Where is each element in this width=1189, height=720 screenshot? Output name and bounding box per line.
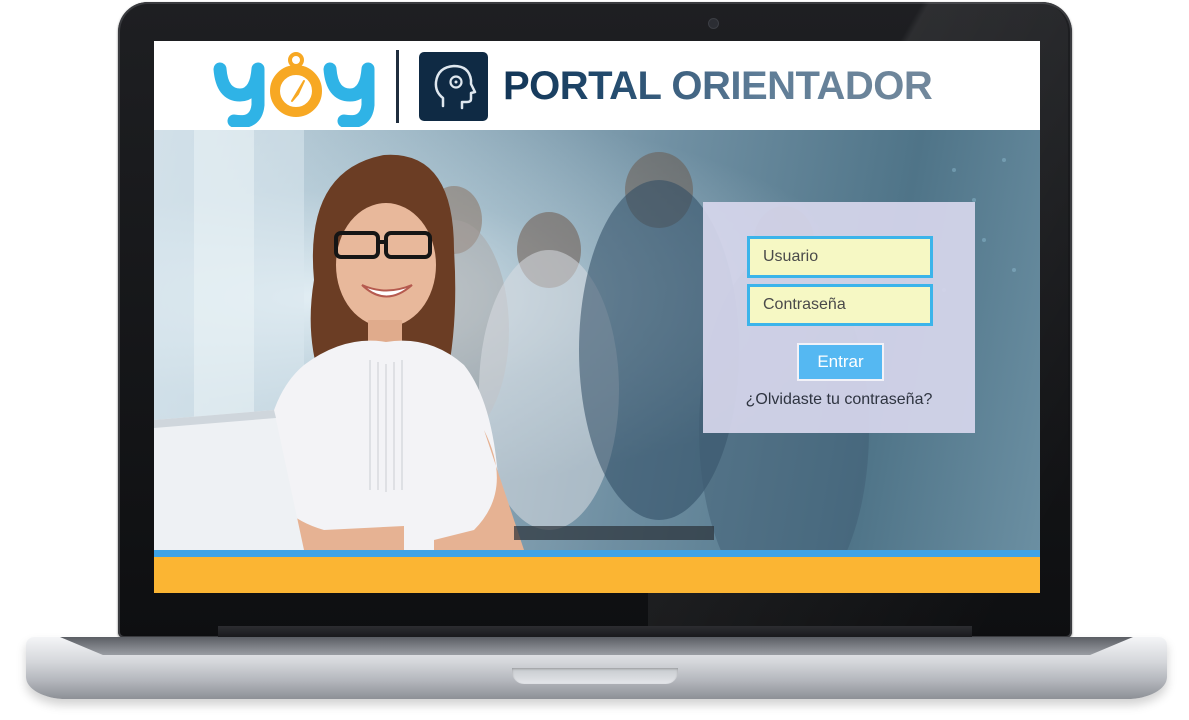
forgot-password-link[interactable]: ¿Olvidaste tu contraseña?	[703, 391, 975, 409]
password-input[interactable]	[747, 284, 933, 326]
portal-title: PORTAL ORIENTADOR	[503, 61, 933, 111]
username-input[interactable]	[747, 236, 933, 278]
laptop-keyboard-edge	[60, 637, 1133, 655]
header-divider	[396, 50, 399, 123]
laptop-notch	[512, 668, 678, 684]
portal-header: PORTAL ORIENTADOR	[154, 41, 1040, 130]
head-profile-icon	[419, 52, 488, 121]
login-panel: Entrar ¿Olvidaste tu contraseña?	[703, 202, 975, 433]
screen: PORTAL ORIENTADOR Usuario Entrar ¿Olvida…	[154, 41, 1040, 593]
footer-bar	[154, 557, 1040, 593]
accent-stripe	[154, 550, 1040, 557]
yoy-logo	[213, 52, 375, 127]
login-button[interactable]: Entrar	[797, 343, 884, 381]
camera-icon	[709, 19, 718, 28]
